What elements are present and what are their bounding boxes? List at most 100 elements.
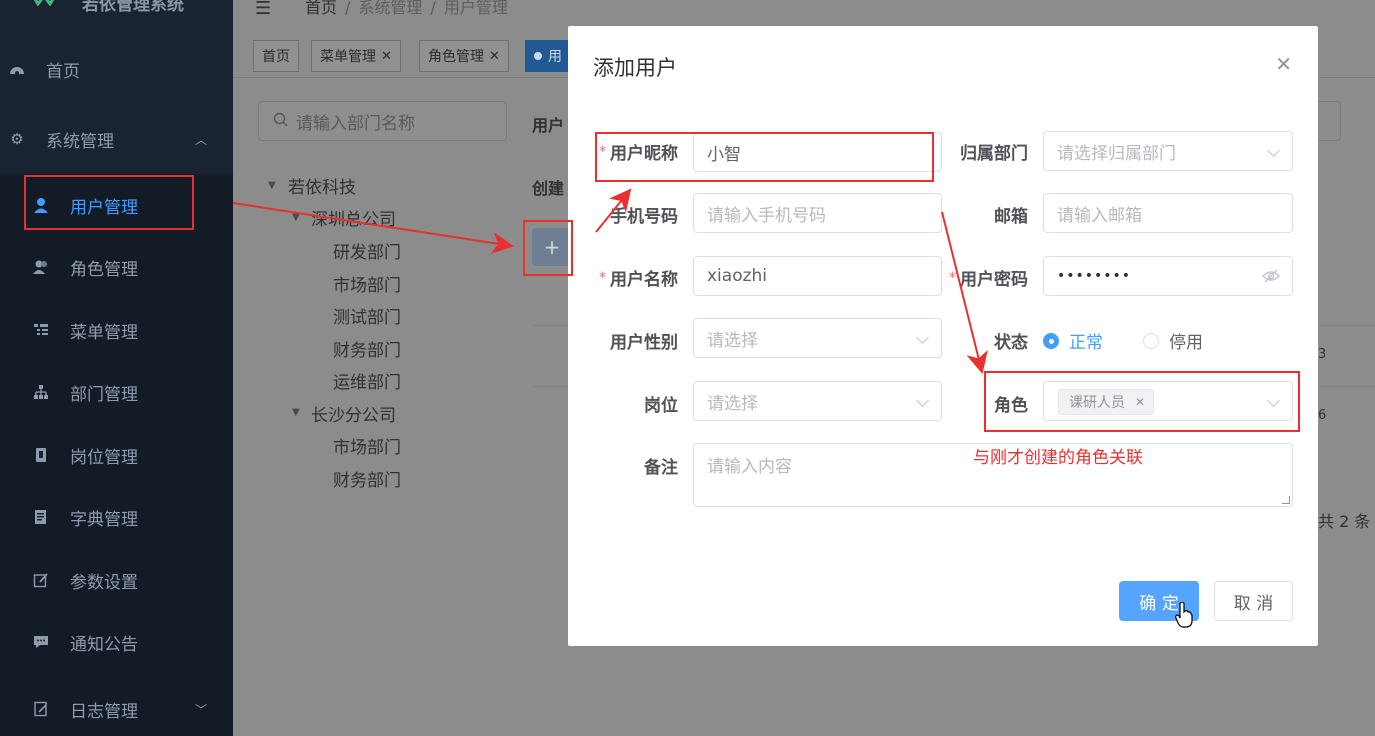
org-tree-icon: [32, 383, 50, 401]
breadcrumb-item: 系统管理: [358, 0, 423, 17]
phone-input[interactable]: 请输入手机号码: [693, 193, 942, 233]
breadcrumb-item: 用户管理: [443, 0, 508, 17]
dict-icon: [32, 508, 50, 526]
tree-node[interactable]: 运维部门: [333, 368, 401, 393]
close-icon[interactable]: ✕: [381, 49, 392, 64]
button-label: 取 消: [1233, 593, 1274, 614]
tree-node[interactable]: 财务部门: [333, 466, 401, 491]
logo-text: 若依管理系统: [82, 0, 184, 15]
label-text: 用户密码: [960, 270, 1028, 290]
gender-select[interactable]: 请选择: [693, 318, 942, 358]
logo-icon: [33, 0, 55, 6]
remark-label: 备注: [644, 458, 678, 478]
tag-home[interactable]: 首页: [253, 40, 299, 72]
sidebar-item-config[interactable]: 参数设置: [0, 552, 233, 608]
input-placeholder: 请选择归属部门: [1057, 143, 1176, 164]
tag-menus[interactable]: 菜单管理 ✕: [311, 40, 401, 72]
tag-label: 角色管理: [428, 49, 484, 65]
chevron-down-icon: ﹀: [194, 702, 207, 717]
username-input[interactable]: xiaozhi: [693, 256, 942, 296]
divider: [533, 325, 568, 326]
status-radio-disabled[interactable]: 停用: [1143, 328, 1203, 353]
tree-node[interactable]: 若依科技: [288, 173, 356, 198]
close-icon[interactable]: ✕: [489, 49, 500, 64]
required-mark: *: [949, 270, 956, 286]
sidebar-item-label: 角色管理: [70, 259, 138, 280]
resize-handle-icon[interactable]: [1282, 496, 1290, 504]
eye-off-icon[interactable]: [1262, 268, 1280, 284]
bg-label-fragment: 创建: [532, 179, 565, 198]
sidebar-item-home[interactable]: 首页: [0, 41, 233, 97]
tag-roles[interactable]: 角色管理 ✕: [419, 40, 509, 72]
divider: [533, 386, 568, 387]
annotation-box-nickname: [595, 132, 934, 182]
log-icon: [32, 700, 50, 718]
sidebar-item-dict[interactable]: 字典管理: [0, 489, 233, 545]
input-value: xiaozhi: [707, 266, 768, 286]
input-placeholder: 请输入手机号码: [707, 205, 826, 226]
input-placeholder: 请选择: [707, 330, 758, 351]
button-label: 确 定: [1139, 593, 1179, 614]
annotation-box-add: [523, 220, 573, 276]
caret-down-icon[interactable]: ▼: [292, 407, 300, 418]
sidebar-item-label: 岗位管理: [70, 447, 138, 468]
message-icon: [32, 633, 50, 651]
email-label: 邮箱: [994, 207, 1028, 227]
radio-circle: [1043, 332, 1059, 349]
hamburger-icon[interactable]: ☰: [255, 0, 271, 19]
email-input[interactable]: 请输入邮箱: [1043, 193, 1293, 233]
bg-input-fragment: [1318, 101, 1341, 141]
tree-node[interactable]: 测试部门: [333, 303, 401, 328]
add-user-dialog: 添加用户 ✕ * 用户昵称 小智 归属部门 请选择归属部门 手机号码 请输入手机号…: [568, 26, 1318, 646]
radio-circle: [1143, 332, 1159, 349]
caret-down-icon[interactable]: ▼: [268, 180, 276, 191]
input-placeholder: 请输入内容: [707, 457, 792, 477]
logo: 若依管理系统: [0, 0, 233, 18]
sidebar: 若依管理系统 首页 ⚙ 系统管理 ︿ 用户管理 角色管理 菜单管理 部门管理 岗…: [0, 0, 233, 736]
tree-node[interactable]: 财务部门: [333, 336, 401, 361]
input-value: ••••••••: [1057, 268, 1132, 284]
caret-down-icon[interactable]: ▼: [292, 212, 300, 223]
username-label: * 用户名称: [597, 265, 678, 290]
sidebar-item-depts[interactable]: 部门管理: [0, 364, 233, 420]
annotation-box-users: [24, 175, 194, 230]
status-radio-normal[interactable]: 正常: [1043, 328, 1103, 353]
sidebar-item-posts[interactable]: 岗位管理: [0, 427, 233, 483]
breadcrumb: 首页 / 系统管理 / 用户管理: [305, 0, 508, 17]
tag-label: 首页: [262, 49, 290, 65]
dept-search-input[interactable]: 请输入部门名称: [258, 101, 507, 141]
sidebar-item-notice[interactable]: 通知公告: [0, 614, 233, 670]
search-icon: [273, 112, 288, 131]
sidebar-item-roles[interactable]: 角色管理: [0, 239, 233, 295]
tree-node[interactable]: 研发部门: [333, 238, 401, 263]
bg-label-fragment: 用户: [532, 116, 565, 135]
tree-node[interactable]: 市场部门: [333, 271, 401, 296]
sidebar-item-label: 菜单管理: [70, 322, 138, 343]
dashboard-icon: [8, 60, 26, 78]
password-input[interactable]: ••••••••: [1043, 256, 1293, 296]
post-select[interactable]: 请选择: [693, 381, 942, 421]
tree-node[interactable]: 长沙分公司: [311, 401, 396, 426]
required-mark: *: [599, 270, 606, 286]
bg-cell-fragment: 6: [1318, 408, 1327, 423]
gender-label: 用户性别: [610, 333, 678, 353]
dept-select[interactable]: 请选择归属部门: [1043, 131, 1293, 171]
sidebar-item-menus[interactable]: 菜单管理: [0, 302, 233, 358]
active-dot-icon: [534, 52, 542, 60]
tree-node[interactable]: 深圳总公司: [311, 205, 396, 230]
search-placeholder: 请输入部门名称: [296, 113, 415, 134]
status-label: 状态: [994, 333, 1028, 353]
annotation-note: 与刚才创建的角色关联: [973, 448, 1143, 468]
breadcrumb-item[interactable]: 首页: [305, 0, 337, 17]
input-placeholder: 请选择: [707, 393, 758, 414]
sidebar-item-label: 字典管理: [70, 509, 138, 530]
close-icon[interactable]: ✕: [1275, 52, 1292, 76]
sidebar-item-logs[interactable]: 日志管理 ﹀: [0, 681, 233, 736]
bg-cell-fragment: 3: [1318, 347, 1327, 362]
chevron-down-icon: [916, 331, 929, 344]
password-label: * 用户密码: [940, 265, 1028, 290]
tag-label: 菜单管理: [320, 49, 376, 65]
sidebar-item-system[interactable]: ⚙ 系统管理 ︿: [0, 111, 233, 167]
cancel-button[interactable]: 取 消: [1214, 581, 1293, 621]
tree-node[interactable]: 市场部门: [333, 433, 401, 458]
